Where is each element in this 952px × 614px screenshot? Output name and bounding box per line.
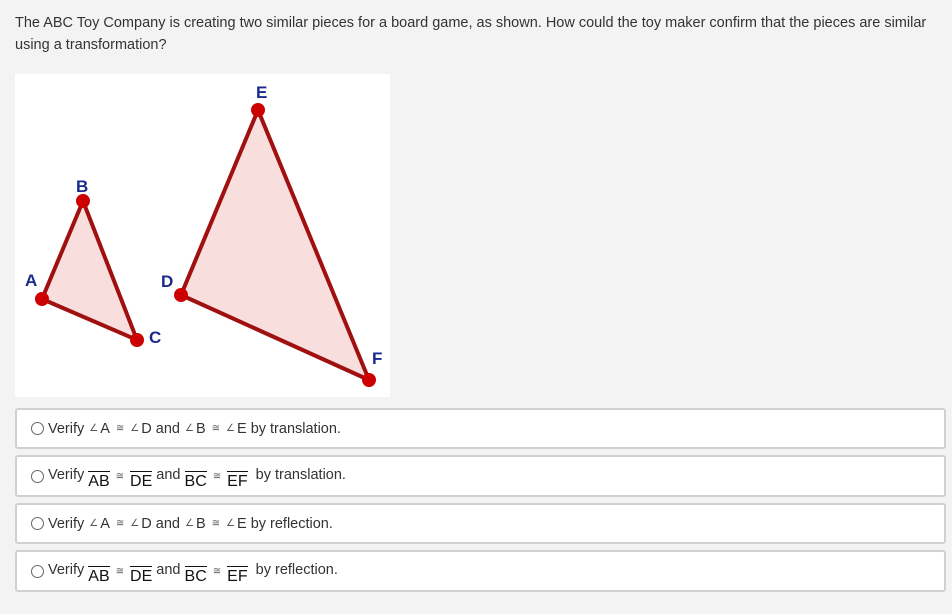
- option-conjunction: and: [155, 515, 180, 532]
- congruent-icon: ≅: [115, 518, 125, 529]
- angle-icon: ∠: [130, 518, 140, 529]
- angle-icon: ∠: [226, 423, 235, 434]
- angle-icon: ∠: [89, 518, 99, 529]
- question-text: The ABC Toy Company is creating two simi…: [15, 15, 927, 53]
- congruent-icon: ≅: [115, 423, 125, 434]
- angle-icon: ∠: [184, 518, 194, 529]
- option-method: by translation.: [250, 420, 341, 437]
- radio-button[interactable]: [31, 564, 44, 578]
- segment-label: BC: [184, 471, 207, 490]
- congruent-icon: ≅: [212, 470, 222, 482]
- triangles-figure: A B C D E F: [15, 74, 390, 397]
- angle-name: A: [100, 515, 110, 532]
- option-method: by translation.: [255, 467, 346, 483]
- answer-options: Verify ∠ A ≅ ∠ D and ∠ B ≅ ∠ E by transl…: [15, 408, 946, 598]
- option-verify-text: Verify: [48, 467, 85, 483]
- segment-label: EF: [227, 566, 248, 585]
- vertex-c-label: C: [149, 328, 161, 347]
- vertex-a-label: A: [25, 271, 37, 290]
- triangles-diagram: A B C D E F: [25, 83, 382, 387]
- answer-option-1[interactable]: Verify ∠ A ≅ ∠ D and ∠ B ≅ ∠ E by transl…: [15, 408, 946, 449]
- segment-label: DE: [130, 566, 153, 585]
- answer-option-2[interactable]: Verify AB ≅ DE and BC ≅ EF by translatio…: [15, 455, 946, 497]
- vertex-d-label: D: [161, 272, 173, 291]
- vertex-f-point: [362, 373, 376, 387]
- angle-icon: ∠: [184, 423, 194, 434]
- angle-icon: ∠: [89, 423, 99, 434]
- radio-button[interactable]: [31, 422, 44, 435]
- vertex-b-point: [76, 194, 90, 208]
- segment-label: DE: [130, 471, 153, 490]
- option-verify-text: Verify: [48, 515, 85, 532]
- angle-icon: ∠: [130, 423, 140, 434]
- vertex-c-point: [130, 333, 144, 347]
- congruent-icon: ≅: [211, 423, 221, 434]
- vertex-a-point: [35, 292, 49, 306]
- vertex-e-point: [251, 103, 265, 117]
- vertex-b-label: B: [76, 177, 88, 196]
- segment-label: AB: [88, 471, 110, 490]
- triangle-def: [179, 108, 371, 382]
- angle-icon: ∠: [226, 518, 235, 529]
- option-method: by reflection.: [250, 515, 333, 532]
- angle-name: A: [100, 420, 110, 437]
- radio-button[interactable]: [31, 517, 44, 530]
- radio-button[interactable]: [31, 469, 44, 483]
- congruent-icon: ≅: [211, 518, 221, 529]
- segment-label: EF: [227, 471, 248, 490]
- segment-label: BC: [184, 566, 207, 585]
- option-verify-text: Verify: [48, 562, 85, 578]
- congruent-icon: ≅: [212, 565, 222, 577]
- vertex-e-label: E: [256, 83, 267, 102]
- segment-label: AB: [88, 566, 110, 585]
- angle-name: E: [236, 420, 247, 437]
- triangle-abc: [40, 199, 139, 342]
- vertex-d-point: [174, 288, 188, 302]
- option-method: by reflection.: [255, 562, 338, 578]
- option-conjunction: and: [156, 562, 181, 578]
- congruent-icon: ≅: [115, 470, 125, 482]
- angle-name: B: [195, 420, 206, 437]
- option-conjunction: and: [155, 420, 180, 437]
- angle-name: B: [195, 515, 206, 532]
- vertex-f-label: F: [372, 349, 382, 368]
- answer-option-4[interactable]: Verify AB ≅ DE and BC ≅ EF by reflection…: [15, 550, 946, 592]
- angle-name: D: [141, 420, 152, 437]
- angle-name: D: [141, 515, 152, 532]
- angle-name: E: [236, 515, 247, 532]
- option-verify-text: Verify: [48, 420, 85, 437]
- option-conjunction: and: [156, 467, 181, 483]
- answer-option-3[interactable]: Verify ∠ A ≅ ∠ D and ∠ B ≅ ∠ E by reflec…: [15, 503, 946, 544]
- congruent-icon: ≅: [115, 565, 125, 577]
